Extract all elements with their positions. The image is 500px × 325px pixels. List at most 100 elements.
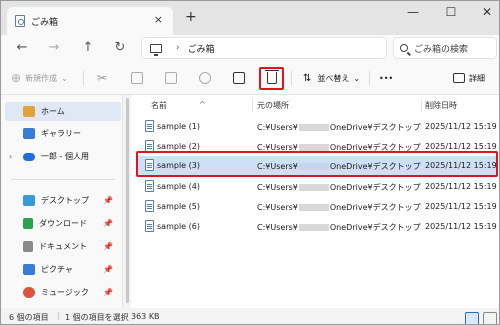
- up-button[interactable]: ↑: [79, 39, 97, 57]
- pictures-icon: [23, 264, 35, 275]
- sidebar-item-label: ピクチャ: [41, 265, 73, 274]
- music-icon: [23, 287, 35, 298]
- column-divider[interactable]: [421, 99, 422, 112]
- share-icon: [233, 72, 245, 84]
- tab-recycle-bin[interactable]: ごみ箱 ×: [7, 7, 173, 35]
- minimize-button[interactable]: —: [403, 5, 423, 19]
- pin-icon: 📌: [103, 219, 113, 228]
- details-view-button[interactable]: [465, 312, 479, 324]
- more-options-button[interactable]: •••: [379, 69, 393, 87]
- expand-chevron-icon[interactable]: ›: [9, 152, 12, 161]
- sidebar-item-label: ドキュメント: [39, 242, 87, 251]
- tab-bar: ごみ箱 × + — ☐ ✕: [1, 1, 499, 35]
- file-list: ^ 名前 元の場所 削除日時 sample (1) C:¥Users¥ OneDr…: [131, 95, 499, 308]
- close-button[interactable]: ✕: [477, 5, 497, 19]
- tiles-view-button[interactable]: [483, 312, 497, 324]
- copy-button[interactable]: [131, 69, 143, 87]
- maximize-button[interactable]: ☐: [441, 5, 461, 19]
- toolbar-divider: [369, 71, 370, 85]
- table-row[interactable]: sample (6) C:¥Users¥ OneDrive¥デスクトップ 2025…: [137, 217, 497, 236]
- delete-button-highlight: [259, 67, 284, 90]
- sidebar-item-label: ホーム: [41, 107, 65, 116]
- rename-button[interactable]: [199, 69, 211, 87]
- toolbar-divider: [83, 71, 84, 85]
- home-icon: [23, 106, 35, 117]
- table-row[interactable]: sample (1) C:¥Users¥ OneDrive¥デスクトップ 2025…: [137, 117, 497, 136]
- column-divider[interactable]: [252, 99, 253, 112]
- original-location: C:¥Users¥ OneDrive¥デスクトップ: [257, 202, 421, 213]
- date-deleted: 2025/11/12 15:19: [425, 182, 497, 191]
- table-row[interactable]: sample (5) C:¥Users¥ OneDrive¥デスクトップ 2025…: [137, 197, 497, 216]
- new-tab-button[interactable]: +: [185, 9, 197, 25]
- sidebar-item-documents[interactable]: ドキュメント 📌: [5, 237, 121, 256]
- location-prefix: C:¥Users¥: [257, 183, 298, 192]
- column-headers: ^ 名前 元の場所 削除日時: [131, 95, 499, 117]
- sidebar-item-pictures[interactable]: ピクチャ 📌: [5, 260, 121, 279]
- file-name: sample (2): [157, 142, 200, 151]
- sort-button-label: 並べ替え: [317, 73, 350, 83]
- file-icon: [145, 200, 154, 212]
- forward-button[interactable]: →: [45, 39, 63, 57]
- status-divider: |: [57, 311, 60, 320]
- sidebar-divider: [11, 179, 115, 180]
- sidebar-scrollbar[interactable]: [126, 98, 129, 303]
- sidebar-item-desktop[interactable]: デスクトップ 📌: [5, 191, 121, 210]
- sidebar-item-music[interactable]: ミュージック 📌: [5, 283, 121, 302]
- location-suffix: OneDrive¥デスクトップ: [329, 203, 421, 212]
- more-icon: •••: [379, 73, 394, 83]
- column-header-original-location[interactable]: 元の場所: [257, 100, 289, 111]
- documents-icon: [23, 241, 33, 252]
- search-icon: [400, 44, 408, 52]
- date-deleted: 2025/11/12 15:19: [425, 222, 497, 231]
- column-header-name[interactable]: 名前: [151, 100, 167, 111]
- location-suffix: OneDrive¥デスクトップ: [329, 223, 421, 232]
- sidebar-item-label: ダウンロード: [39, 219, 87, 228]
- redacted-username: [298, 204, 329, 211]
- details-pane-button[interactable]: 詳細: [453, 69, 485, 87]
- sidebar-item-downloads[interactable]: ダウンロード 📌: [5, 214, 121, 233]
- rename-icon: [199, 72, 211, 84]
- date-deleted: 2025/11/12 15:19: [425, 142, 497, 151]
- file-icon: [145, 120, 154, 132]
- search-input[interactable]: ごみ箱の検索: [414, 42, 468, 55]
- redacted-username: [298, 124, 329, 131]
- details-pane-label: 詳細: [469, 73, 485, 83]
- selection-size: 363 KB: [131, 312, 160, 321]
- column-header-date-deleted[interactable]: 削除日時: [425, 100, 457, 111]
- paste-button[interactable]: [165, 69, 177, 87]
- cut-icon: ✂: [97, 71, 108, 85]
- tab-close-icon[interactable]: ×: [154, 13, 163, 26]
- location-prefix: C:¥Users¥: [257, 203, 298, 212]
- back-button[interactable]: ←: [13, 39, 31, 57]
- refresh-button[interactable]: ↻: [111, 39, 129, 57]
- selected-row-highlight: [136, 151, 498, 177]
- sidebar-item-label: 一郎 - 個人用: [41, 152, 89, 161]
- original-location: C:¥Users¥ OneDrive¥デスクトップ: [257, 182, 421, 193]
- sort-ascending-icon: ^: [199, 100, 206, 109]
- sidebar-item-label: ギャラリー: [41, 129, 81, 138]
- original-location: C:¥Users¥ OneDrive¥デスクトップ: [257, 122, 421, 133]
- download-icon: [23, 218, 33, 229]
- pin-icon: 📌: [103, 242, 113, 251]
- sort-button[interactable]: ⇅ 並べ替え ⌄: [303, 69, 360, 87]
- pin-icon: 📌: [103, 288, 113, 297]
- sidebar-item-onedrive[interactable]: › 一郎 - 個人用: [5, 147, 121, 166]
- location-suffix: OneDrive¥デスクトップ: [329, 183, 421, 192]
- cut-button[interactable]: ✂: [97, 69, 107, 87]
- new-button[interactable]: ⊕ 新規作成 ⌄: [11, 69, 68, 87]
- selection-count: 1 個の項目を選択: [65, 313, 129, 322]
- table-row[interactable]: sample (4) C:¥Users¥ OneDrive¥デスクトップ 2025…: [137, 177, 497, 196]
- sidebar-item-gallery[interactable]: ギャラリー: [5, 124, 121, 143]
- pin-icon: 📌: [103, 196, 113, 205]
- location-suffix: OneDrive¥デスクトップ: [329, 123, 421, 132]
- breadcrumb-recycle-bin[interactable]: ごみ箱: [188, 42, 215, 55]
- sidebar-item-home[interactable]: ホーム: [5, 102, 121, 121]
- file-explorer-window: ごみ箱 × + — ☐ ✕ ← → ↑ ↻ › ごみ箱 ごみ箱の検索 ⊕ 新規作…: [0, 0, 500, 325]
- redacted-username: [298, 224, 329, 231]
- this-pc-icon: [150, 43, 162, 56]
- address-bar[interactable]: › ごみ箱: [141, 37, 387, 59]
- toolbar-divider: [291, 71, 292, 85]
- file-name: sample (6): [157, 222, 200, 231]
- search-box[interactable]: ごみ箱の検索: [393, 37, 497, 59]
- share-button[interactable]: [233, 69, 245, 87]
